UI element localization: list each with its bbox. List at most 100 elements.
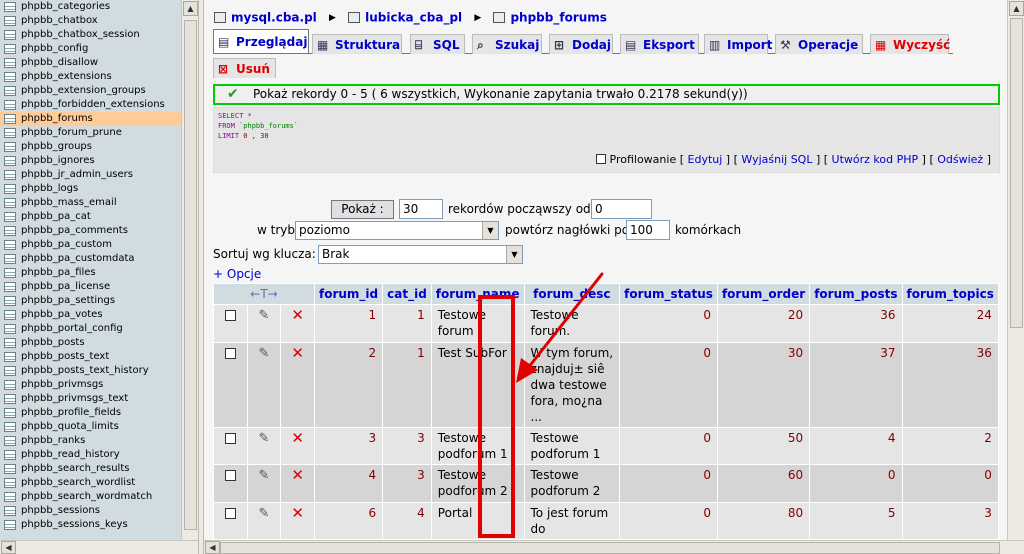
table-browse-icon[interactable] <box>4 296 16 306</box>
table-list-item[interactable]: phpbb_categories <box>0 0 181 14</box>
tab-sql[interactable]: ⌸ SQL <box>410 34 465 54</box>
edit-pencil-icon[interactable]: ✎ <box>259 506 270 522</box>
scrollbar-thumb[interactable] <box>220 542 1000 554</box>
edit-query-link[interactable]: Edytuj <box>688 153 723 166</box>
column-header-forum-posts[interactable]: forum_posts <box>810 284 902 304</box>
table-list-item[interactable]: phpbb_chatbox_session <box>0 28 181 42</box>
table-browse-icon[interactable] <box>4 506 16 516</box>
table-list-item[interactable]: phpbb_sessions_keys <box>0 518 181 532</box>
edit-pencil-icon[interactable]: ✎ <box>259 308 270 324</box>
table-list-item[interactable]: phpbb_privmsgs_text <box>0 392 181 406</box>
row-checkbox[interactable] <box>224 348 236 359</box>
breadcrumb-database[interactable]: lubicka_cba_pl <box>365 11 462 25</box>
table-list-item[interactable]: phpbb_profile_fields <box>0 406 181 420</box>
table-list-item[interactable]: phpbb_posts_text_history <box>0 364 181 378</box>
table-browse-icon[interactable] <box>4 352 16 362</box>
table-browse-icon[interactable] <box>4 450 16 460</box>
table-list-item[interactable]: phpbb_ranks <box>0 434 181 448</box>
delete-x-icon[interactable]: ✕ <box>291 307 304 323</box>
rows-count-input[interactable]: 30 <box>399 199 443 219</box>
table-list-item[interactable]: phpbb_ignores <box>0 154 181 168</box>
table-browse-icon[interactable] <box>4 380 16 390</box>
table-list-item[interactable]: phpbb_search_wordmatch <box>0 490 181 504</box>
column-header-forum-topics[interactable]: forum_topics <box>902 284 998 304</box>
table-browse-icon[interactable] <box>4 268 16 278</box>
table-browse-icon[interactable] <box>4 240 16 250</box>
table-list-item[interactable]: phpbb_posts <box>0 336 181 350</box>
table-browse-icon[interactable] <box>4 464 16 474</box>
left-horizontal-scrollbar[interactable]: ◀ <box>0 540 198 554</box>
table-list-item[interactable]: phpbb_pa_votes <box>0 308 181 322</box>
table-browse-icon[interactable] <box>4 2 16 12</box>
main-vertical-scrollbar[interactable]: ▲ <box>1007 0 1024 540</box>
table-browse-icon[interactable] <box>4 324 16 334</box>
row-checkbox[interactable] <box>224 508 236 519</box>
show-button[interactable]: Pokaż : <box>331 200 394 219</box>
table-browse-icon[interactable] <box>4 142 16 152</box>
column-header-cat-id[interactable]: cat_id <box>383 284 431 304</box>
table-browse-icon[interactable] <box>4 226 16 236</box>
delete-x-icon[interactable]: ✕ <box>291 505 304 521</box>
table-list-item[interactable]: phpbb_pa_files <box>0 266 181 280</box>
profiling-checkbox[interactable] <box>595 154 606 164</box>
table-browse-icon[interactable] <box>4 198 16 208</box>
table-browse-icon[interactable] <box>4 128 16 138</box>
tab-search[interactable]: ⌕ Szukaj <box>472 34 542 54</box>
table-browse-icon[interactable] <box>4 282 16 292</box>
table-list-item[interactable]: phpbb_pa_settings <box>0 294 181 308</box>
column-header-forum-status[interactable]: forum_status <box>620 284 717 304</box>
table-list-item[interactable]: phpbb_forbidden_extensions <box>0 98 181 112</box>
column-header-forum-order[interactable]: forum_order <box>717 284 810 304</box>
table-browse-icon[interactable] <box>4 408 16 418</box>
table-browse-icon[interactable] <box>4 436 16 446</box>
scroll-up-arrow-icon[interactable]: ▲ <box>1009 1 1024 16</box>
column-resize-arrows-icon[interactable]: ←T→ <box>214 284 314 304</box>
tab-empty[interactable]: ▦ Wyczyść <box>870 34 950 54</box>
table-browse-icon[interactable] <box>4 394 16 404</box>
table-list-item[interactable]: phpbb_mass_email <box>0 196 181 210</box>
display-mode-select[interactable]: poziomo ▼ <box>295 221 499 240</box>
tab-browse[interactable]: ▤ Przeglądaj <box>213 29 309 53</box>
explain-sql-link[interactable]: Wyjaśnij SQL <box>741 153 812 166</box>
table-list-item[interactable]: phpbb_forums <box>0 112 181 126</box>
table-browse-icon[interactable] <box>4 492 16 502</box>
table-browse-icon[interactable] <box>4 58 16 68</box>
table-browse-icon[interactable] <box>4 170 16 180</box>
table-list-item[interactable]: phpbb_sessions <box>0 504 181 518</box>
table-list-item[interactable]: phpbb_pa_customdata <box>0 252 181 266</box>
table-list-item[interactable]: phpbb_extension_groups <box>0 84 181 98</box>
edit-pencil-icon[interactable]: ✎ <box>259 468 270 484</box>
table-list-item[interactable]: phpbb_jr_admin_users <box>0 168 181 182</box>
scroll-left-arrow-icon[interactable]: ◀ <box>205 541 220 554</box>
table-list-item[interactable]: phpbb_pa_cat <box>0 210 181 224</box>
create-php-code-link[interactable]: Utwórz kod PHP <box>832 153 919 166</box>
table-list-item[interactable]: phpbb_pa_custom <box>0 238 181 252</box>
table-browse-icon[interactable] <box>4 366 16 376</box>
sort-key-select[interactable]: Brak ▼ <box>318 245 523 264</box>
table-list-item[interactable]: phpbb_posts_text <box>0 350 181 364</box>
table-browse-icon[interactable] <box>4 310 16 320</box>
table-browse-icon[interactable] <box>4 86 16 96</box>
table-list-item[interactable]: phpbb_groups <box>0 140 181 154</box>
delete-x-icon[interactable]: ✕ <box>291 467 304 483</box>
table-browse-icon[interactable] <box>4 338 16 348</box>
tab-import[interactable]: ▥ Import <box>704 34 772 54</box>
table-list-item[interactable]: phpbb_disallow <box>0 56 181 70</box>
breadcrumb-table[interactable]: phpbb_forums <box>510 11 606 25</box>
table-list-item[interactable]: phpbb_pa_comments <box>0 224 181 238</box>
table-browse-icon[interactable] <box>4 100 16 110</box>
table-list-item[interactable]: phpbb_search_wordlist <box>0 476 181 490</box>
table-browse-icon[interactable] <box>4 16 16 26</box>
scrollbar-thumb[interactable] <box>1010 18 1023 328</box>
edit-pencil-icon[interactable]: ✎ <box>259 431 270 447</box>
table-browse-icon[interactable] <box>4 114 16 124</box>
delete-x-icon[interactable]: ✕ <box>291 345 304 361</box>
table-list-item[interactable]: phpbb_forum_prune <box>0 126 181 140</box>
table-browse-icon[interactable] <box>4 478 16 488</box>
table-list-item[interactable]: phpbb_extensions <box>0 70 181 84</box>
table-browse-icon[interactable] <box>4 520 16 530</box>
tab-structure[interactable]: ▦ Struktura <box>312 34 402 54</box>
table-list-item[interactable]: phpbb_quota_limits <box>0 420 181 434</box>
main-horizontal-scrollbar[interactable]: ◀ <box>204 540 1024 554</box>
table-browse-icon[interactable] <box>4 254 16 264</box>
